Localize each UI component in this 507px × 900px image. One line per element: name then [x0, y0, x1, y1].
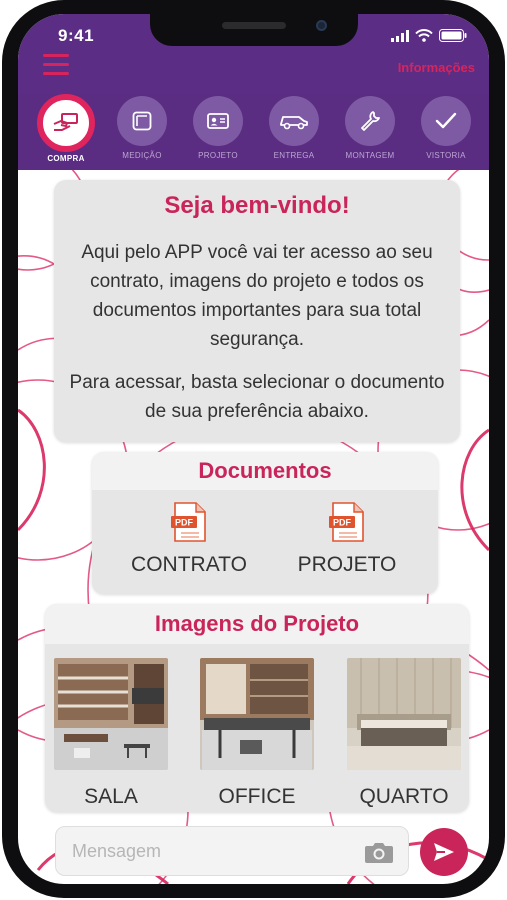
image-label: SALA [84, 785, 138, 808]
app-header: 9:41 Informações COMPRA MEDIÇÃO PROJETO … [18, 14, 489, 170]
pdf-icon: PDF [171, 502, 206, 542]
image-label: QUARTO [359, 785, 449, 808]
office-photo [200, 658, 314, 770]
document-projeto[interactable]: PDF PROJETO [282, 502, 412, 577]
step-projeto[interactable]: PROJETO [180, 94, 256, 160]
pdf-icon: PDF [329, 502, 364, 542]
step-circle [421, 96, 471, 146]
send-button[interactable] [420, 828, 468, 876]
bedroom-photo [347, 658, 461, 770]
phone-frame: 9:41 Informações COMPRA MEDIÇÃO PROJETO … [2, 0, 505, 898]
document-contrato[interactable]: PDF CONTRATO [124, 502, 254, 577]
wifi-icon [415, 29, 433, 42]
step-circle [193, 96, 243, 146]
info-link[interactable]: Informações [398, 60, 475, 75]
status-icons [391, 29, 467, 42]
document-label: PROJETO [297, 553, 397, 576]
signal-icon [391, 29, 409, 42]
image-sala[interactable]: SALA [54, 658, 168, 809]
status-time: 9:41 [58, 26, 95, 45]
step-compra[interactable]: COMPRA [28, 94, 104, 163]
documents-title: Documentos [92, 452, 438, 490]
document-label: CONTRATO [131, 553, 247, 576]
step-entrega[interactable]: ENTREGA [256, 94, 332, 160]
step-vistoria[interactable]: VISTORIA [408, 94, 484, 160]
step-label: MEDIÇÃO [122, 151, 162, 160]
message-bar [18, 822, 489, 884]
step-circle [345, 96, 395, 146]
project-images-card: Imagens do Projeto SALA OFFICE QUARTO [45, 604, 469, 812]
step-circle [117, 96, 167, 146]
step-label: VISTORIA [426, 151, 466, 160]
speaker [222, 22, 286, 29]
welcome-instructions: Para acessar, basta selecionar o documen… [69, 372, 445, 422]
notch [150, 14, 358, 46]
step-medicao[interactable]: MEDIÇÃO [104, 94, 180, 160]
welcome-card: Seja bem-vindo! Aqui pelo APP você vai t… [54, 180, 460, 442]
pdf-icon-text: PDF [175, 518, 194, 528]
wrench-icon [361, 111, 380, 131]
step-label: ENTREGA [273, 151, 315, 160]
measure-icon [132, 111, 152, 131]
message-input[interactable] [55, 826, 409, 876]
images-title: Imagens do Projeto [45, 604, 469, 644]
step-label: PROJETO [198, 151, 238, 160]
checkmark-icon [435, 112, 457, 129]
step-label: COMPRA [47, 154, 85, 163]
id-card-icon [207, 113, 229, 129]
battery-icon [439, 29, 467, 42]
hamburger-menu-icon[interactable] [43, 54, 69, 76]
image-quarto[interactable]: QUARTO [347, 658, 461, 809]
step-label: MONTAGEM [345, 151, 395, 160]
pdf-icon-text: PDF [333, 518, 352, 528]
welcome-text: Aqui pelo APP você vai ter acesso ao seu… [81, 242, 433, 350]
step-circle [37, 94, 95, 152]
step-montagem[interactable]: MONTAGEM [332, 94, 408, 160]
living-room-photo [54, 658, 168, 770]
documents-card: Documentos PDF CONTRATO PDF PROJETO [92, 452, 438, 594]
welcome-title: Seja bem-vindo! [164, 192, 350, 219]
front-camera [316, 20, 327, 31]
step-circle [269, 96, 319, 146]
delivery-truck-icon [280, 116, 308, 130]
progress-steps: COMPRA MEDIÇÃO PROJETO ENTREGA MONTAGEM … [18, 94, 489, 170]
hand-money-icon [53, 113, 78, 131]
image-label: OFFICE [218, 785, 296, 808]
image-office[interactable]: OFFICE [200, 658, 314, 809]
app-screen: 9:41 Informações COMPRA MEDIÇÃO PROJETO … [18, 14, 489, 884]
camera-icon[interactable] [364, 840, 394, 864]
send-icon [434, 843, 454, 861]
